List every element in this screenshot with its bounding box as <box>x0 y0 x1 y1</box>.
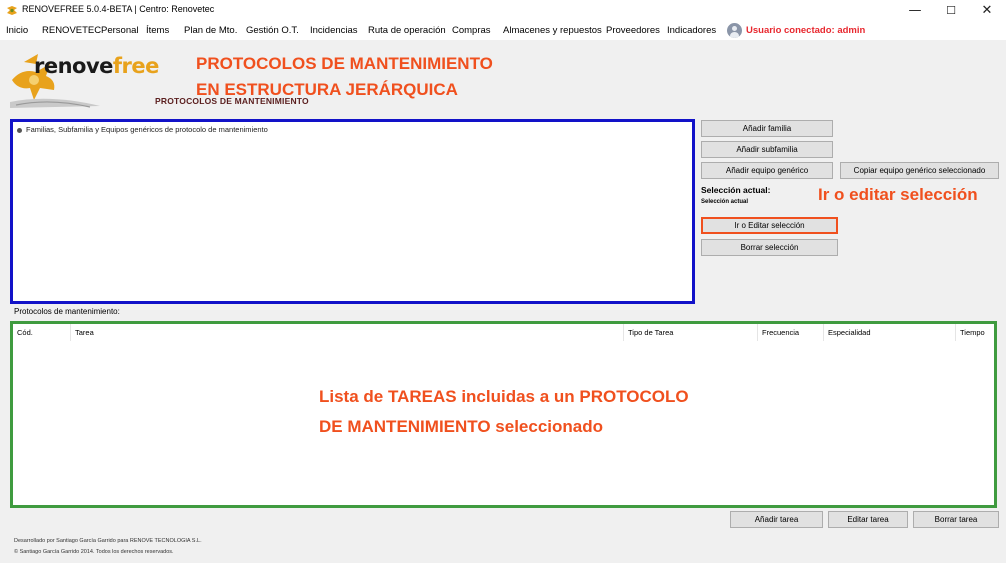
add-family-button[interactable]: Añadir familia <box>701 120 833 137</box>
tree-node-bullet-icon <box>17 127 22 133</box>
tree-annotation-line2: EN ESTRUCTURA JERÁRQUICA <box>196 80 458 99</box>
column-header-tipo[interactable]: Tipo de Tarea <box>624 324 758 341</box>
tree-root-node[interactable]: Familias, Subfamilia y Equipos genéricos… <box>17 125 268 134</box>
close-button[interactable]: ✕ <box>969 0 1005 22</box>
menu-item-plan-mto[interactable]: Plan de Mto. <box>184 25 237 36</box>
edit-task-button[interactable]: Editar tarea <box>828 511 908 528</box>
protocol-tree-view[interactable]: Familias, Subfamilia y Equipos genéricos… <box>10 119 695 304</box>
window-title: RENOVEFREE 5.0.4-BETA | Centro: Renovete… <box>22 4 215 14</box>
task-list-caption: Protocolos de mantenimiento: <box>14 307 120 316</box>
footer-credits: Desarrollado por Santiago García Garrido… <box>14 538 202 544</box>
add-subfamily-button[interactable]: Añadir subfamilia <box>701 141 833 158</box>
menu-item-compras[interactable]: Compras <box>452 25 491 36</box>
copy-generic-equipment-button[interactable]: Copiar equipo genérico seleccionado <box>840 162 999 179</box>
menu-item-personal[interactable]: Personal <box>101 25 139 36</box>
goto-annotation: Ir o editar selección <box>818 185 978 204</box>
tree-root-label: Familias, Subfamilia y Equipos genéricos… <box>26 125 268 134</box>
task-list-table[interactable]: Cód. Tarea Tipo de Tarea Frecuencia Espe… <box>10 321 997 508</box>
column-header-tiempo[interactable]: Tiempo <box>956 324 994 341</box>
menu-item-incidencias[interactable]: Incidencias <box>310 25 358 36</box>
maximize-button[interactable]: ☐ <box>933 0 969 22</box>
app-logo-icon <box>7 6 17 15</box>
menu-bar: Inicio RENOVETEC Personal Ítems Plan de … <box>0 22 1006 40</box>
menu-item-almacenes[interactable]: Almacenes y repuestos <box>503 25 602 36</box>
menu-item-indicadores[interactable]: Indicadores <box>667 25 716 36</box>
footer-copyright: © Santiago García Garrido 2014. Todos lo… <box>14 549 174 555</box>
delete-selection-button[interactable]: Borrar selección <box>701 239 838 256</box>
current-selection-label: Selección actual: <box>701 185 771 195</box>
logo-wordmark-main: renove <box>34 54 113 78</box>
task-annotation-line1: Lista de TAREAS incluidas a un PROTOCOLO <box>319 387 689 406</box>
menu-item-proveedores[interactable]: Proveedores <box>606 25 660 36</box>
add-task-button[interactable]: Añadir tarea <box>730 511 823 528</box>
menu-item-renovetec[interactable]: RENOVETEC <box>42 25 101 36</box>
task-annotation-line2: DE MANTENIMIENTO seleccionado <box>319 417 604 436</box>
title-bar: RENOVEFREE 5.0.4-BETA | Centro: Renovete… <box>0 0 1006 22</box>
goto-edit-selection-button[interactable]: Ir o Editar selección <box>701 217 838 234</box>
column-header-frecuencia[interactable]: Frecuencia <box>758 324 824 341</box>
menu-item-ruta-operacion[interactable]: Ruta de operación <box>368 25 446 36</box>
user-avatar-icon <box>727 23 742 38</box>
column-header-tarea[interactable]: Tarea <box>71 324 624 341</box>
menu-item-items[interactable]: Ítems <box>146 25 169 36</box>
minimize-button[interactable]: — <box>897 0 933 22</box>
current-selection-value: Selección actual <box>701 199 749 205</box>
menu-item-inicio[interactable]: Inicio <box>6 25 28 36</box>
tree-annotation-line1: PROTOCOLOS DE MANTENIMIENTO <box>196 54 493 73</box>
column-header-cod[interactable]: Cód. <box>13 324 71 341</box>
connected-user-label: Usuario conectado: admin <box>746 25 866 36</box>
delete-task-button[interactable]: Borrar tarea <box>913 511 999 528</box>
logo-wordmark-accent: free <box>112 54 159 78</box>
menu-item-gestion-ot[interactable]: Gestión O.T. <box>246 25 299 36</box>
logo-wordmark: renovefree <box>34 54 159 78</box>
add-generic-equipment-button[interactable]: Añadir equipo genérico <box>701 162 833 179</box>
column-header-especialidad[interactable]: Especialidad <box>824 324 956 341</box>
app-window: RENOVEFREE 5.0.4-BETA | Centro: Renovete… <box>0 0 1006 563</box>
